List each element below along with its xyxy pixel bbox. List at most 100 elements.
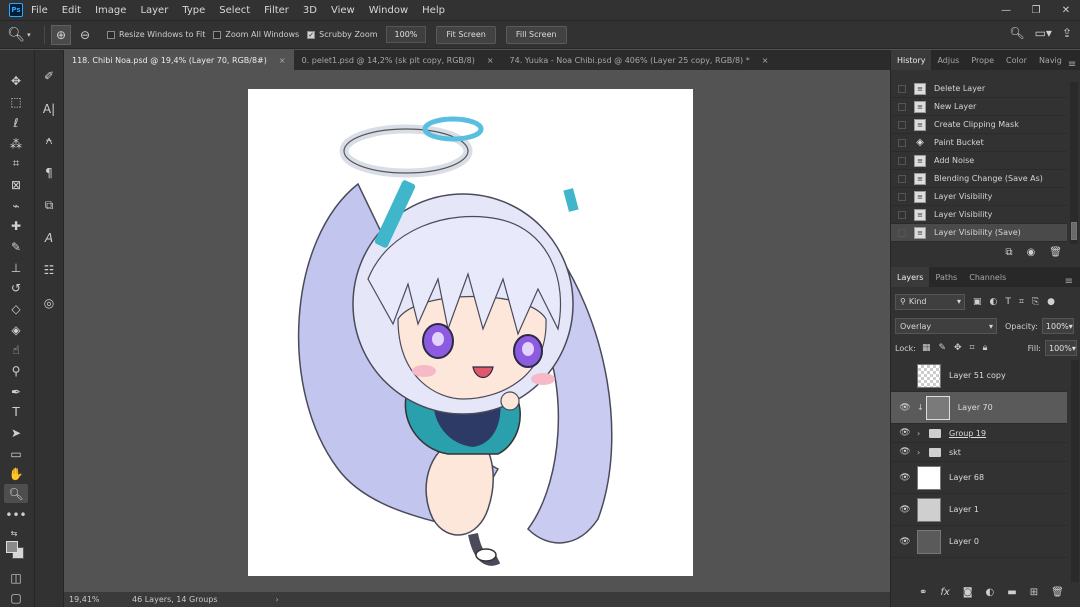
menu-view[interactable]: View: [331, 5, 363, 16]
history-brush-icon[interactable]: ↺: [4, 278, 28, 297]
menu-filter[interactable]: Filter: [264, 5, 297, 16]
eye-icon[interactable]: 👁︎: [899, 473, 911, 483]
character-panel-icon[interactable]: A|: [37, 99, 61, 118]
history-checkbox[interactable]: [898, 102, 906, 111]
history-checkbox[interactable]: [898, 210, 906, 219]
zoom-100-button[interactable]: 100%: [385, 26, 427, 43]
eyedropper-icon[interactable]: ⌁: [4, 196, 28, 215]
libraries-icon[interactable]: ◎: [37, 293, 61, 312]
history-checkbox[interactable]: [898, 120, 906, 129]
character-styles-icon[interactable]: A: [37, 228, 61, 247]
menu-edit[interactable]: Edit: [62, 5, 89, 16]
lasso-tool-icon[interactable]: ℓ: [4, 113, 28, 132]
path-selection-icon[interactable]: ➤: [4, 423, 28, 442]
trash-icon[interactable]: 🗑︎: [1049, 247, 1062, 258]
tab-layers[interactable]: Layers: [891, 267, 930, 287]
filter-toggle-icon[interactable]: ●: [1047, 297, 1055, 307]
tab-history[interactable]: History: [891, 50, 932, 70]
menu-layer[interactable]: Layer: [140, 5, 176, 16]
history-item[interactable]: ≡ Layer Visibility: [891, 188, 1067, 206]
history-item-current[interactable]: ≡ Layer Visibility (Save): [891, 224, 1067, 242]
menu-window[interactable]: Window: [369, 5, 416, 16]
healing-brush-icon[interactable]: ✚: [4, 216, 28, 235]
stamp-tool-icon[interactable]: ⊥: [4, 258, 28, 277]
history-item[interactable]: ≡ New Layer: [891, 98, 1067, 116]
layer-row[interactable]: 👁︎ Layer 1: [891, 494, 1067, 526]
search-icon[interactable]: 🔍︎: [1009, 26, 1024, 40]
history-checkbox[interactable]: [898, 84, 906, 93]
layer-row[interactable]: 👁︎ Layer 0: [891, 526, 1067, 558]
layer-row[interactable]: ● Layer 51 copy: [891, 360, 1067, 392]
blend-mode-select[interactable]: Overlay ▾: [895, 318, 997, 334]
opacity-field[interactable]: 100% ▾: [1041, 318, 1074, 334]
paint-bucket-icon[interactable]: ◈: [4, 320, 28, 339]
panel-menu-icon[interactable]: ≡: [1068, 59, 1080, 70]
eye-icon[interactable]: 👁︎: [899, 447, 911, 457]
fit-screen-button[interactable]: Fit Screen: [436, 25, 496, 44]
fx-icon[interactable]: fx: [940, 587, 949, 598]
menu-type[interactable]: Type: [182, 5, 213, 16]
history-checkbox[interactable]: [898, 156, 906, 165]
tab-navigator[interactable]: Navig: [1033, 50, 1068, 70]
menu-file[interactable]: File: [31, 5, 56, 16]
eraser-icon[interactable]: ◇: [4, 299, 28, 318]
eye-icon[interactable]: 👁︎: [899, 537, 911, 547]
tab-paths[interactable]: Paths: [929, 267, 963, 287]
panel-menu-icon[interactable]: ≡: [1065, 276, 1080, 287]
history-item[interactable]: ≡ Blending Change (Save As): [891, 170, 1067, 188]
menu-3d[interactable]: 3D: [303, 5, 325, 16]
tab-pelet1[interactable]: 0. pelet1.psd @ 14,2% (sk plt copy, RGB/…: [294, 50, 502, 70]
hand-tool-icon[interactable]: ✋: [4, 464, 28, 483]
screen-mode-icon[interactable]: ▢: [4, 588, 28, 607]
move-tool-icon[interactable]: ✥: [4, 71, 28, 90]
restore-button[interactable]: ❐: [1030, 5, 1042, 16]
menu-select[interactable]: Select: [219, 5, 258, 16]
type-filter-icon[interactable]: T: [1005, 297, 1011, 307]
zoom-out-icon[interactable]: ⊖: [75, 25, 95, 45]
rectangle-tool-icon[interactable]: ▭: [4, 444, 28, 463]
history-checkbox[interactable]: [898, 192, 906, 201]
zoom-tool-icon[interactable]: 🔍︎: [4, 484, 28, 503]
group-row[interactable]: 👁︎ › skt: [891, 443, 1067, 462]
lock-artboard-icon[interactable]: ⌗: [970, 343, 975, 353]
zoom-all-windows-checkbox[interactable]: Zoom All Windows: [213, 30, 299, 39]
history-item[interactable]: ≡ Add Noise: [891, 152, 1067, 170]
tab-adjustments[interactable]: Adjus: [931, 50, 965, 70]
adjustments-icon[interactable]: ☷: [37, 260, 61, 279]
fill-screen-button[interactable]: Fill Screen: [505, 25, 567, 44]
group-row[interactable]: 👁︎ › Group 19: [891, 424, 1067, 443]
history-checkbox[interactable]: [898, 174, 906, 183]
snapshot-camera-icon[interactable]: ◉: [1027, 247, 1036, 258]
canvas-area[interactable]: [64, 70, 890, 592]
add-mask-icon[interactable]: ◙: [963, 587, 973, 598]
eye-icon[interactable]: 👁︎: [899, 428, 911, 438]
scrubby-zoom-checkbox[interactable]: ✓ Scrubby Zoom: [307, 30, 378, 39]
smart-object-filter-icon[interactable]: ⎘: [1032, 297, 1039, 307]
tab-channels[interactable]: Channels: [963, 267, 1012, 287]
fill-field[interactable]: 100% ▾: [1045, 340, 1077, 356]
document-canvas[interactable]: [248, 89, 693, 576]
layer-row[interactable]: 👁︎ Layer 68: [891, 462, 1067, 494]
history-checkbox[interactable]: [898, 138, 906, 147]
clone-source-icon[interactable]: ⧉: [37, 196, 61, 215]
menu-image[interactable]: Image: [95, 5, 134, 16]
marquee-tool-icon[interactable]: ⬚: [4, 92, 28, 111]
workspace-icon[interactable]: ▭▾: [1035, 26, 1052, 40]
history-checkbox[interactable]: [898, 228, 906, 237]
eye-icon[interactable]: 👁︎: [899, 403, 911, 413]
chevron-right-icon[interactable]: ›: [917, 448, 925, 457]
type-tool-icon[interactable]: T: [4, 402, 28, 421]
trash-icon[interactable]: 🗑︎: [1051, 587, 1064, 598]
zoom-tool-preset-icon[interactable]: 🔍︎ ▾: [0, 27, 38, 43]
minimize-button[interactable]: —: [1000, 5, 1012, 16]
tab-yuuka-noa-chibi[interactable]: 74. Yuuka - Noa Chibi.psd @ 406% (Layer …: [502, 50, 777, 70]
lock-position-icon[interactable]: ✥: [954, 343, 962, 353]
history-scrollbar[interactable]: [1070, 82, 1078, 244]
share-icon[interactable]: ⇪: [1062, 26, 1072, 40]
menu-help[interactable]: Help: [422, 5, 453, 16]
more-tools-icon[interactable]: •••: [4, 505, 28, 524]
magic-wand-icon[interactable]: ⁂: [4, 134, 28, 153]
tab-color[interactable]: Color: [1000, 50, 1033, 70]
glyphs-panel-icon[interactable]: ⍲: [37, 131, 61, 150]
dodge-tool-icon[interactable]: ⚲: [4, 361, 28, 380]
